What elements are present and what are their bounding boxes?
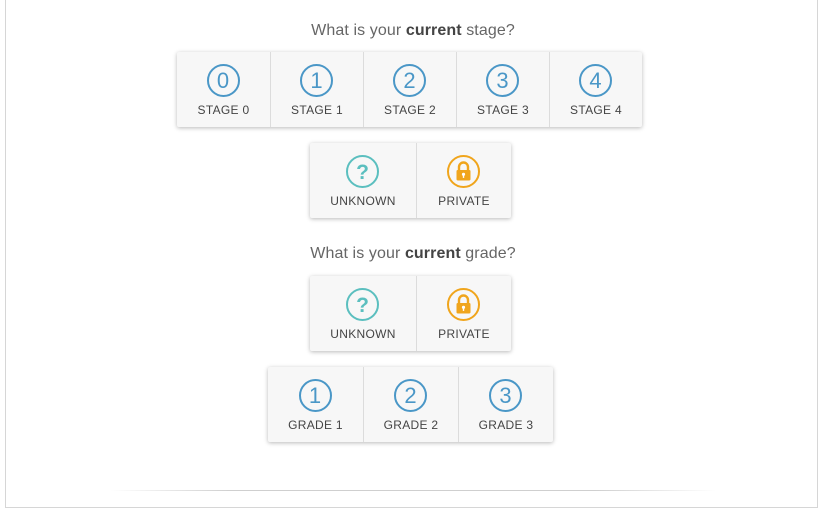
stage-4-option[interactable]: 4 STAGE 4 (549, 52, 642, 127)
option-label: GRADE 2 (383, 418, 439, 432)
grade-unknown-option[interactable]: ? UNKNOWN (310, 276, 416, 351)
grade-1-option[interactable]: 1 GRADE 1 (268, 367, 363, 442)
grade-special-options: ? UNKNOWN PRIVATE (310, 276, 511, 351)
grade-2-option[interactable]: 2 GRADE 2 (363, 367, 458, 442)
stage-question-prefix: What is your (311, 22, 406, 39)
grade-question: What is your current grade? (0, 245, 826, 263)
option-label: STAGE 1 (291, 103, 343, 117)
number-2-icon: 2 (394, 379, 427, 412)
stage-question-suffix: stage? (461, 22, 515, 39)
option-label: STAGE 2 (384, 103, 436, 117)
svg-text:?: ? (356, 161, 369, 184)
number-1-icon: 1 (298, 379, 332, 412)
stage-unknown-option[interactable]: ? UNKNOWN (310, 143, 416, 218)
option-label: UNKNOWN (330, 194, 396, 208)
grade-3-option[interactable]: 3 GRADE 3 (458, 367, 553, 442)
stage-1-option[interactable]: 1 STAGE 1 (270, 52, 363, 127)
question-mark-icon: ? (346, 288, 379, 321)
stage-options: 0 STAGE 0 1 STAGE 1 2 STAGE 2 3 STAGE 3 … (177, 52, 642, 127)
number-3-icon: 3 (486, 64, 519, 97)
question-mark-icon: ? (346, 155, 379, 188)
lock-icon (447, 288, 480, 321)
section-divider (110, 490, 716, 491)
option-label: STAGE 4 (570, 103, 622, 117)
number-4-icon: 4 (579, 64, 612, 97)
option-label: PRIVATE (438, 327, 490, 341)
number-2-icon: 2 (393, 64, 426, 97)
stage-question: What is your current stage? (0, 22, 826, 40)
option-label: GRADE 3 (478, 418, 534, 432)
number-3-icon: 3 (489, 379, 522, 412)
grade-question-emphasis: current (404, 245, 461, 262)
number-1-icon: 1 (300, 64, 333, 97)
option-label: STAGE 0 (197, 103, 250, 117)
option-label: GRADE 1 (288, 418, 343, 432)
option-label: STAGE 3 (477, 103, 529, 117)
stage-2-option[interactable]: 2 STAGE 2 (363, 52, 456, 127)
stage-question-emphasis: current (405, 22, 462, 39)
stage-special-options: ? UNKNOWN PRIVATE (310, 143, 511, 218)
lock-icon (447, 155, 480, 188)
grade-options: 1 GRADE 1 2 GRADE 2 3 GRADE 3 (268, 367, 553, 442)
svg-text:?: ? (356, 294, 369, 317)
stage-3-option[interactable]: 3 STAGE 3 (456, 52, 549, 127)
option-label: PRIVATE (438, 194, 490, 208)
grade-question-prefix: What is your (310, 245, 405, 262)
stage-0-option[interactable]: 0 STAGE 0 (177, 52, 270, 127)
grade-question-suffix: grade? (460, 245, 516, 262)
grade-private-option[interactable]: PRIVATE (416, 276, 511, 351)
number-0-icon: 0 (206, 64, 240, 97)
stage-private-option[interactable]: PRIVATE (416, 143, 511, 218)
option-label: UNKNOWN (330, 327, 396, 341)
